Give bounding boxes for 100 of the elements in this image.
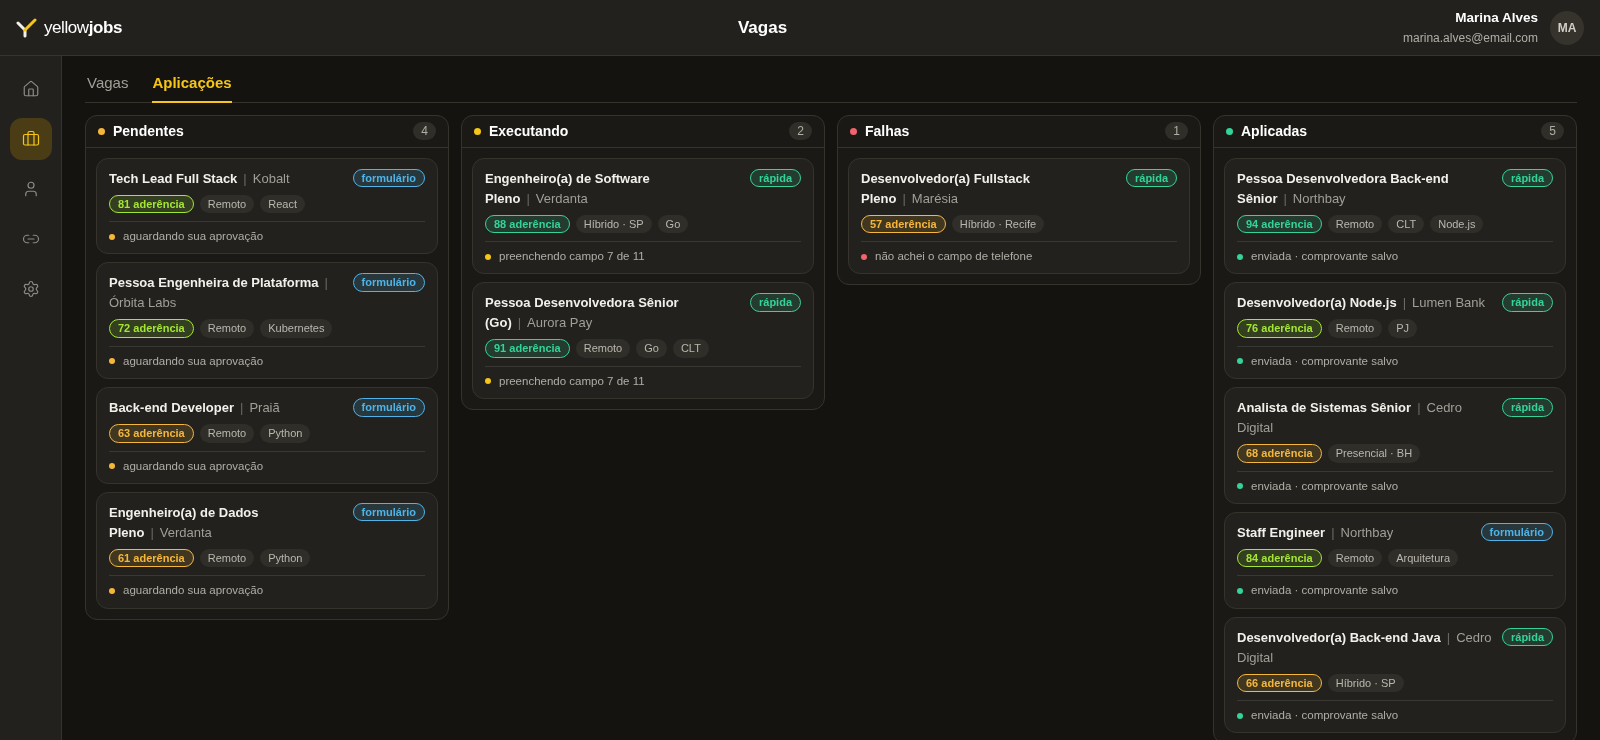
- apply-type-badge: rápida: [1126, 168, 1177, 187]
- status-text: enviada · comprovante salvo: [1251, 583, 1399, 599]
- logo-icon: [16, 17, 38, 38]
- status-text: não achei o campo de telefone: [875, 249, 1033, 264]
- job-card[interactable]: Desenvolvedor(a) Node.js | Lumen Bank rápida 76 aderência Remoto PJ enviada · comprovante salvo: [1224, 282, 1566, 379]
- apply-type-badge: rápida: [1502, 293, 1553, 312]
- job-title: Desenvolvedor(a) Back-end Java | Cedro Digital: [1237, 628, 1493, 667]
- tag-chip: React: [260, 194, 305, 213]
- tag-chip: Remoto: [199, 319, 255, 338]
- job-card[interactable]: Tech Lead Full Stack | Kobalt formulário 81 aderência Remoto React aguardando sua aprovação: [96, 157, 438, 255]
- job-card[interactable]: Desenvolvedor(a) Back-end Java | Cedro Digital rápida 66 aderência Híbrido · SP enviada · comprovante salvo: [1224, 616, 1566, 734]
- status-text: enviada · comprovante salvo: [1251, 478, 1399, 494]
- status-text: aguardando sua aprovação: [123, 583, 264, 599]
- tag-chip: Remoto: [1327, 214, 1383, 233]
- status-text: enviada · comprovante salvo: [1251, 249, 1399, 264]
- tag-chip: Remoto: [199, 194, 255, 213]
- apply-type-badge: rápida: [750, 168, 801, 187]
- tag-chip: Python: [260, 424, 311, 443]
- home-icon: [21, 80, 40, 98]
- apply-type-badge: formulário: [352, 168, 425, 187]
- user-avatar[interactable]: MA: [1550, 10, 1584, 45]
- match-score-chip: 91 aderência: [485, 339, 570, 358]
- column-title: Pendentes: [113, 121, 184, 141]
- count-badge: 4: [413, 122, 436, 140]
- status-text: preenchendo campo 7 de 11: [499, 373, 645, 389]
- job-title: Engenheiro(a) de Dados Pleno | Verdanta: [109, 503, 260, 542]
- tag-chip: Remoto: [199, 548, 255, 568]
- apply-type-badge: formulário: [352, 273, 425, 292]
- briefcase-icon: [21, 130, 40, 148]
- match-score-chip: 57 aderência: [861, 214, 946, 233]
- tag-chip: Node.js: [1430, 214, 1484, 233]
- match-score-chip: 68 aderência: [1237, 444, 1322, 463]
- status-text: enviada · comprovante salvo: [1251, 708, 1399, 723]
- status-text: aguardando sua aprovação: [123, 353, 264, 369]
- match-score-chip: 81 aderência: [109, 194, 194, 213]
- tag-chip: Arquitetura: [1388, 548, 1459, 568]
- apply-type-badge: rápida: [1502, 168, 1553, 187]
- job-title: Engenheiro(a) de Software Pleno | Verdanta: [485, 169, 651, 208]
- status-text: aguardando sua aprovação: [123, 458, 264, 474]
- tag-chip: Go: [657, 214, 689, 233]
- status-text: aguardando sua aprovação: [123, 229, 264, 244]
- user-email: marina.alves@email.com: [1403, 29, 1538, 47]
- job-card[interactable]: Engenheiro(a) de Dados Pleno | Verdanta formulário 61 aderência Remoto Python aguardando sua aprovação: [96, 491, 438, 609]
- apply-type-badge: formulário: [352, 398, 425, 417]
- tag-chip: Python: [260, 548, 311, 568]
- tag-chip: Remoto: [199, 424, 255, 443]
- status-text: preenchendo campo 7 de 11: [499, 249, 645, 264]
- settings-icon: [21, 280, 40, 298]
- tag-chip: Híbrido · Recife: [951, 214, 1045, 233]
- tag-chip: Híbrido · SP: [575, 214, 652, 233]
- job-title: Desenvolvedor(a) Node.js | Lumen Bank: [1237, 294, 1486, 313]
- match-score-chip: 66 aderência: [1237, 673, 1322, 692]
- job-title: Tech Lead Full Stack | Kobalt: [109, 169, 290, 188]
- match-score-chip: 61 aderência: [109, 548, 194, 568]
- count-badge: 2: [789, 122, 812, 140]
- tab[interactable]: Aplicações: [152, 68, 232, 103]
- match-score-chip: 72 aderência: [109, 319, 194, 338]
- apply-type-badge: formulário: [352, 502, 425, 522]
- job-card[interactable]: Staff Engineer | Northbay formulário 84 aderência Remoto Arquitetura enviada · comprovante salvo: [1224, 511, 1566, 609]
- tag-chip: Remoto: [575, 339, 631, 358]
- tag-chip: CLT: [1388, 214, 1425, 233]
- tag-chip: Remoto: [1327, 319, 1383, 338]
- apply-type-badge: formulário: [1480, 522, 1553, 542]
- tag-chip: Kubernetes: [260, 319, 333, 338]
- job-title: Desenvolvedor(a) Fullstack Pleno | Marésia: [861, 169, 1032, 208]
- page-title: Vagas: [737, 16, 788, 39]
- job-card[interactable]: Pessoa Desenvolvedora Sênior (Go) | Aurora Pay rápida 91 aderência Remoto Go CLT preenchendo campo 7 de 11: [472, 282, 814, 399]
- job-title: Pessoa Desenvolvedora Sênior (Go) | Aurora Pay: [485, 294, 680, 333]
- match-score-chip: 63 aderência: [109, 424, 194, 443]
- column-title: Executando: [489, 121, 569, 141]
- job-title: Pessoa Desenvolvedora Back-end Sênior | Northbay: [1237, 169, 1450, 208]
- job-card[interactable]: Back-end Developer | Praiã formulário 63 aderência Remoto Python aguardando sua aprovação: [96, 387, 438, 484]
- apply-type-badge: rápida: [1502, 398, 1553, 417]
- app-logo[interactable]: yellowjobs: [16, 14, 122, 41]
- job-title: Staff Engineer | Northbay: [1237, 523, 1394, 542]
- match-score-chip: 88 aderência: [485, 214, 570, 233]
- tab[interactable]: Vagas: [87, 68, 129, 103]
- match-score-chip: 84 aderência: [1237, 548, 1322, 568]
- job-title: Analista de Sistemas Sênior | Cedro Digital: [1237, 399, 1463, 437]
- tag-chip: Presencial · BH: [1327, 444, 1421, 463]
- job-card[interactable]: Desenvolvedor(a) Fullstack Pleno | Marésia rápida 57 aderência Híbrido · Recife não achei o campo de telefone: [848, 157, 1190, 275]
- tag-chip: PJ: [1388, 319, 1418, 338]
- match-score-chip: 76 aderência: [1237, 319, 1322, 338]
- apply-type-badge: rápida: [750, 293, 801, 312]
- tag-chip: Remoto: [1327, 548, 1383, 568]
- count-badge: 1: [1165, 122, 1188, 140]
- column-title: Aplicadas: [1241, 121, 1308, 141]
- match-score-chip: 94 aderência: [1237, 214, 1322, 233]
- job-card[interactable]: Pessoa Desenvolvedora Back-end Sênior | Northbay rápida 94 aderência Remoto CLT Node.js enviada · comprovante salvo: [1224, 157, 1566, 275]
- user-name: Marina Alves: [1455, 9, 1538, 28]
- tag-chip: Híbrido · SP: [1327, 673, 1404, 692]
- job-card[interactable]: Pessoa Engenheira de Plataforma | Órbita Labs formulário 72 aderência Remoto Kubernetes aguardando sua aprovação: [96, 262, 438, 379]
- job-title: Back-end Developer | Praiã: [109, 399, 280, 417]
- job-card[interactable]: Analista de Sistemas Sênior | Cedro Digital rápida 68 aderência Presencial · BH enviada · comprovante salvo: [1224, 387, 1566, 504]
- sidebar-button[interactable]: [9, 118, 52, 160]
- column-title: Falhas: [865, 121, 910, 141]
- tag-chip: CLT: [672, 339, 709, 358]
- job-title: Pessoa Engenheira de Plataforma | Órbita Labs: [109, 274, 329, 313]
- job-card[interactable]: Engenheiro(a) de Software Pleno | Verdanta rápida 88 aderência Híbrido · SP Go preenchendo campo 7 de 11: [472, 157, 814, 275]
- apply-type-badge: rápida: [1502, 627, 1553, 646]
